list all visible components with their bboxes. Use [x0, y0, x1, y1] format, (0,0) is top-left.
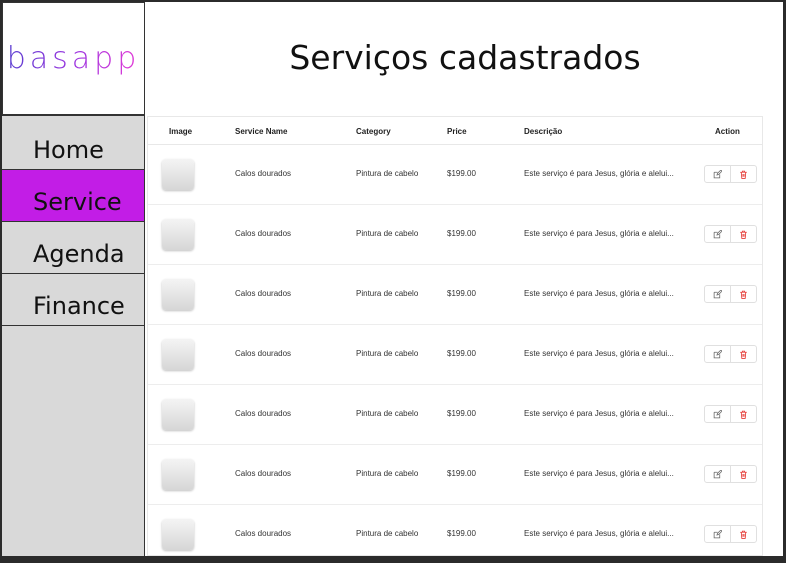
service-category: Pintura de cabelo: [356, 409, 419, 418]
row-actions: [704, 345, 757, 363]
service-category: Pintura de cabelo: [356, 229, 419, 238]
service-price: $199.00: [447, 349, 476, 358]
service-description: Este serviço é para Jesus, glória e alel…: [524, 469, 674, 478]
delete-button[interactable]: [730, 526, 756, 542]
service-image: [162, 279, 194, 310]
header-service-name: Service Name: [235, 127, 288, 136]
services-table: Image Service Name Category Price Descri…: [147, 116, 763, 556]
page-title: Serviços cadastrados: [289, 38, 641, 77]
sidebar-item-home[interactable]: Home: [2, 115, 144, 170]
service-price: $199.00: [447, 169, 476, 178]
edit-icon: [713, 289, 722, 298]
trash-icon: [740, 350, 747, 359]
trash-icon: [740, 530, 747, 539]
service-image: [162, 399, 194, 430]
edit-button[interactable]: [705, 286, 730, 302]
service-category: Pintura de cabelo: [356, 169, 419, 178]
edit-button[interactable]: [705, 226, 730, 242]
row-actions: [704, 465, 757, 483]
edit-icon: [713, 529, 722, 538]
edit-icon: [713, 409, 722, 418]
delete-button[interactable]: [730, 466, 756, 482]
service-description: Este serviço é para Jesus, glória e alel…: [524, 349, 674, 358]
table-row: Calos dourados Pintura de cabelo $199.00…: [148, 505, 762, 556]
service-description: Este serviço é para Jesus, glória e alel…: [524, 409, 674, 418]
sidebar-item-label: Service: [33, 188, 122, 216]
service-name: Calos dourados: [235, 529, 292, 538]
sidebar-item-label: Agenda: [33, 240, 125, 268]
service-price: $199.00: [447, 289, 476, 298]
row-actions: [704, 285, 757, 303]
service-category: Pintura de cabelo: [356, 469, 419, 478]
edit-button[interactable]: [705, 466, 730, 482]
table-header: Image Service Name Category Price Descri…: [148, 117, 762, 145]
service-category: Pintura de cabelo: [356, 529, 419, 538]
edit-button[interactable]: [705, 346, 730, 362]
delete-button[interactable]: [730, 166, 756, 182]
service-image: [162, 219, 194, 250]
header-action: Action: [715, 127, 740, 136]
sidebar-item-agenda[interactable]: Agenda: [2, 222, 144, 274]
delete-button[interactable]: [730, 406, 756, 422]
sidebar-item-label: Finance: [33, 292, 125, 320]
edit-icon: [713, 169, 722, 178]
service-name: Calos dourados: [235, 169, 292, 178]
service-name: Calos dourados: [235, 469, 292, 478]
table-row: Calos dourados Pintura de cabelo $199.00…: [148, 205, 762, 265]
trash-icon: [740, 170, 747, 179]
service-image: [162, 519, 194, 550]
trash-icon: [740, 470, 747, 479]
service-category: Pintura de cabelo: [356, 289, 419, 298]
header-category: Category: [356, 127, 391, 136]
logo-box: basapp: [2, 2, 145, 115]
table-row: Calos dourados Pintura de cabelo $199.00…: [148, 265, 762, 325]
trash-icon: [740, 410, 747, 419]
service-description: Este serviço é para Jesus, glória e alel…: [524, 169, 674, 178]
service-price: $199.00: [447, 469, 476, 478]
row-actions: [704, 525, 757, 543]
service-description: Este serviço é para Jesus, glória e alel…: [524, 529, 674, 538]
edit-button[interactable]: [705, 526, 730, 542]
app-logo: basapp: [6, 41, 141, 76]
service-description: Este serviço é para Jesus, glória e alel…: [524, 289, 674, 298]
edit-icon: [713, 349, 722, 358]
delete-button[interactable]: [730, 226, 756, 242]
app-window: basapp Home Service Agenda Finance Servi…: [2, 2, 783, 556]
header-description: Descrição: [524, 127, 563, 136]
edit-icon: [713, 469, 722, 478]
table-body: Calos dourados Pintura de cabelo $199.00…: [148, 145, 762, 556]
table-row: Calos dourados Pintura de cabelo $199.00…: [148, 445, 762, 505]
edit-button[interactable]: [705, 166, 730, 182]
sidebar-item-label: Home: [33, 136, 104, 164]
service-description: Este serviço é para Jesus, glória e alel…: [524, 229, 674, 238]
service-name: Calos dourados: [235, 289, 292, 298]
sidebar: Home Service Agenda Finance: [2, 115, 145, 556]
service-category: Pintura de cabelo: [356, 349, 419, 358]
trash-icon: [740, 230, 747, 239]
table-row: Calos dourados Pintura de cabelo $199.00…: [148, 145, 762, 205]
service-image: [162, 159, 194, 190]
sidebar-item-finance[interactable]: Finance: [2, 274, 144, 326]
delete-button[interactable]: [730, 286, 756, 302]
table-row: Calos dourados Pintura de cabelo $199.00…: [148, 325, 762, 385]
service-image: [162, 339, 194, 370]
row-actions: [704, 405, 757, 423]
delete-button[interactable]: [730, 346, 756, 362]
edit-icon: [713, 229, 722, 238]
edit-button[interactable]: [705, 406, 730, 422]
table-row: Calos dourados Pintura de cabelo $199.00…: [148, 385, 762, 445]
service-name: Calos dourados: [235, 409, 292, 418]
service-price: $199.00: [447, 529, 476, 538]
service-price: $199.00: [447, 229, 476, 238]
service-price: $199.00: [447, 409, 476, 418]
service-name: Calos dourados: [235, 229, 292, 238]
trash-icon: [740, 290, 747, 299]
row-actions: [704, 165, 757, 183]
header-price: Price: [447, 127, 467, 136]
header-image: Image: [169, 127, 193, 136]
service-name: Calos dourados: [235, 349, 292, 358]
sidebar-item-service[interactable]: Service: [2, 170, 144, 222]
row-actions: [704, 225, 757, 243]
service-image: [162, 459, 194, 490]
